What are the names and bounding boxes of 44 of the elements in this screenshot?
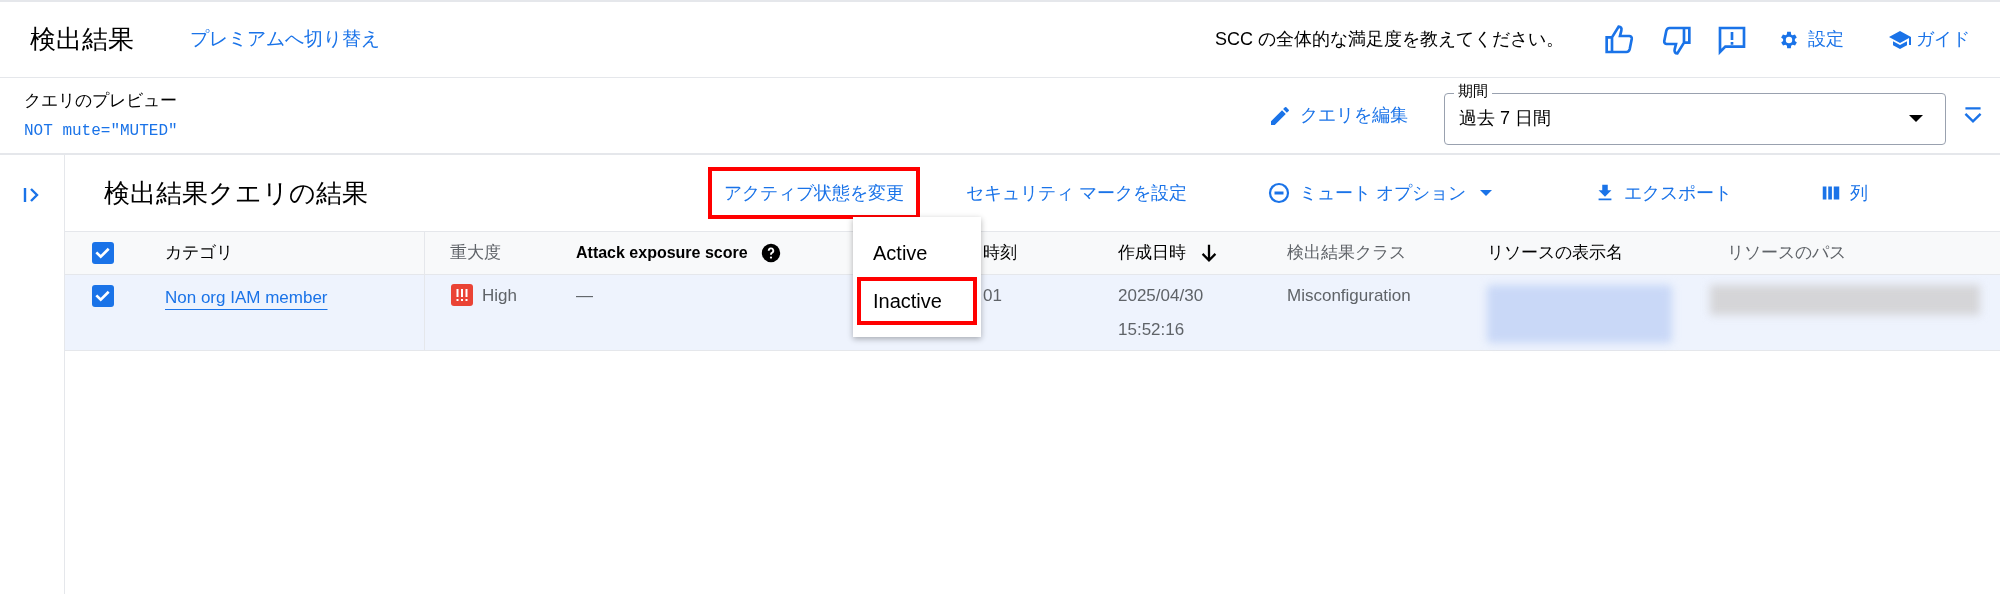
query-code: NOT mute="MUTED" (24, 121, 178, 143)
thumbs-up-icon (1604, 23, 1636, 56)
severity-high-icon (450, 283, 474, 307)
column-header[interactable]: 検出結果クラス (1287, 240, 1406, 266)
column-header[interactable]: リソースの表示名 (1487, 240, 1623, 266)
column-header[interactable]: リソースのパス (1727, 240, 1846, 266)
menu-item[interactable]: Active (857, 229, 977, 277)
guide-button[interactable]: ガイド (1888, 26, 1970, 53)
table-cell: Misconfiguration (1287, 286, 1411, 305)
settings-button[interactable]: 設定 (1778, 26, 1844, 53)
period-label: 期間 (1454, 80, 1492, 101)
query-preview-label: クエリのプレビュー (24, 89, 178, 112)
table-cell-text: 15:52:16 (1118, 318, 1186, 341)
table-cell-text: 2025/04/30 (1118, 285, 1205, 307)
checkbox[interactable] (91, 242, 114, 264)
premium-link[interactable]: プレミアムへ切り替え (190, 25, 380, 54)
column-header[interactable]: Attack exposure score (576, 241, 748, 265)
checkmark-icon (95, 290, 110, 302)
dropdown-arrow-icon (1480, 190, 1493, 196)
feedback-prompt: SCC の全体的な満足度を教えてください。 (1215, 28, 1564, 51)
checkmark-icon (95, 247, 110, 259)
toolbar-button[interactable]: エクスポート (1578, 167, 1749, 219)
page-title: 検出結果 (30, 23, 134, 56)
menu-item[interactable]: Inactive (857, 277, 977, 325)
mute-icon (1267, 181, 1291, 205)
category-link[interactable]: Non org IAM member (165, 288, 328, 307)
help-icon (759, 242, 782, 264)
table-cell: 01 (983, 286, 1002, 305)
severity-text: High (482, 285, 517, 307)
column-header[interactable]: 重大度 (450, 240, 501, 266)
period-value: 過去 7 日間 (1459, 107, 1551, 130)
column-header[interactable]: 時刻 (983, 240, 1017, 266)
column-header[interactable]: カテゴリ (165, 240, 233, 266)
column-header[interactable]: 作成日時 (1118, 240, 1186, 266)
toolbar-button[interactable]: セキュリティ マークを設定 (950, 167, 1203, 219)
table-cell: — (576, 286, 593, 305)
toolbar-button[interactable]: 列 (1804, 167, 1885, 219)
results-title: 検出結果クエリの結果 (104, 176, 368, 210)
thumbs-up-button[interactable] (1604, 23, 1636, 56)
toolbar-button[interactable]: アクティブ状態を変更 (708, 167, 920, 219)
edit-query-button[interactable]: クエリを編集 (1268, 102, 1408, 129)
toolbar-button[interactable]: ミュート オプション (1251, 167, 1509, 219)
dropdown-arrow-icon (1909, 115, 1923, 122)
checkbox[interactable] (91, 285, 114, 307)
